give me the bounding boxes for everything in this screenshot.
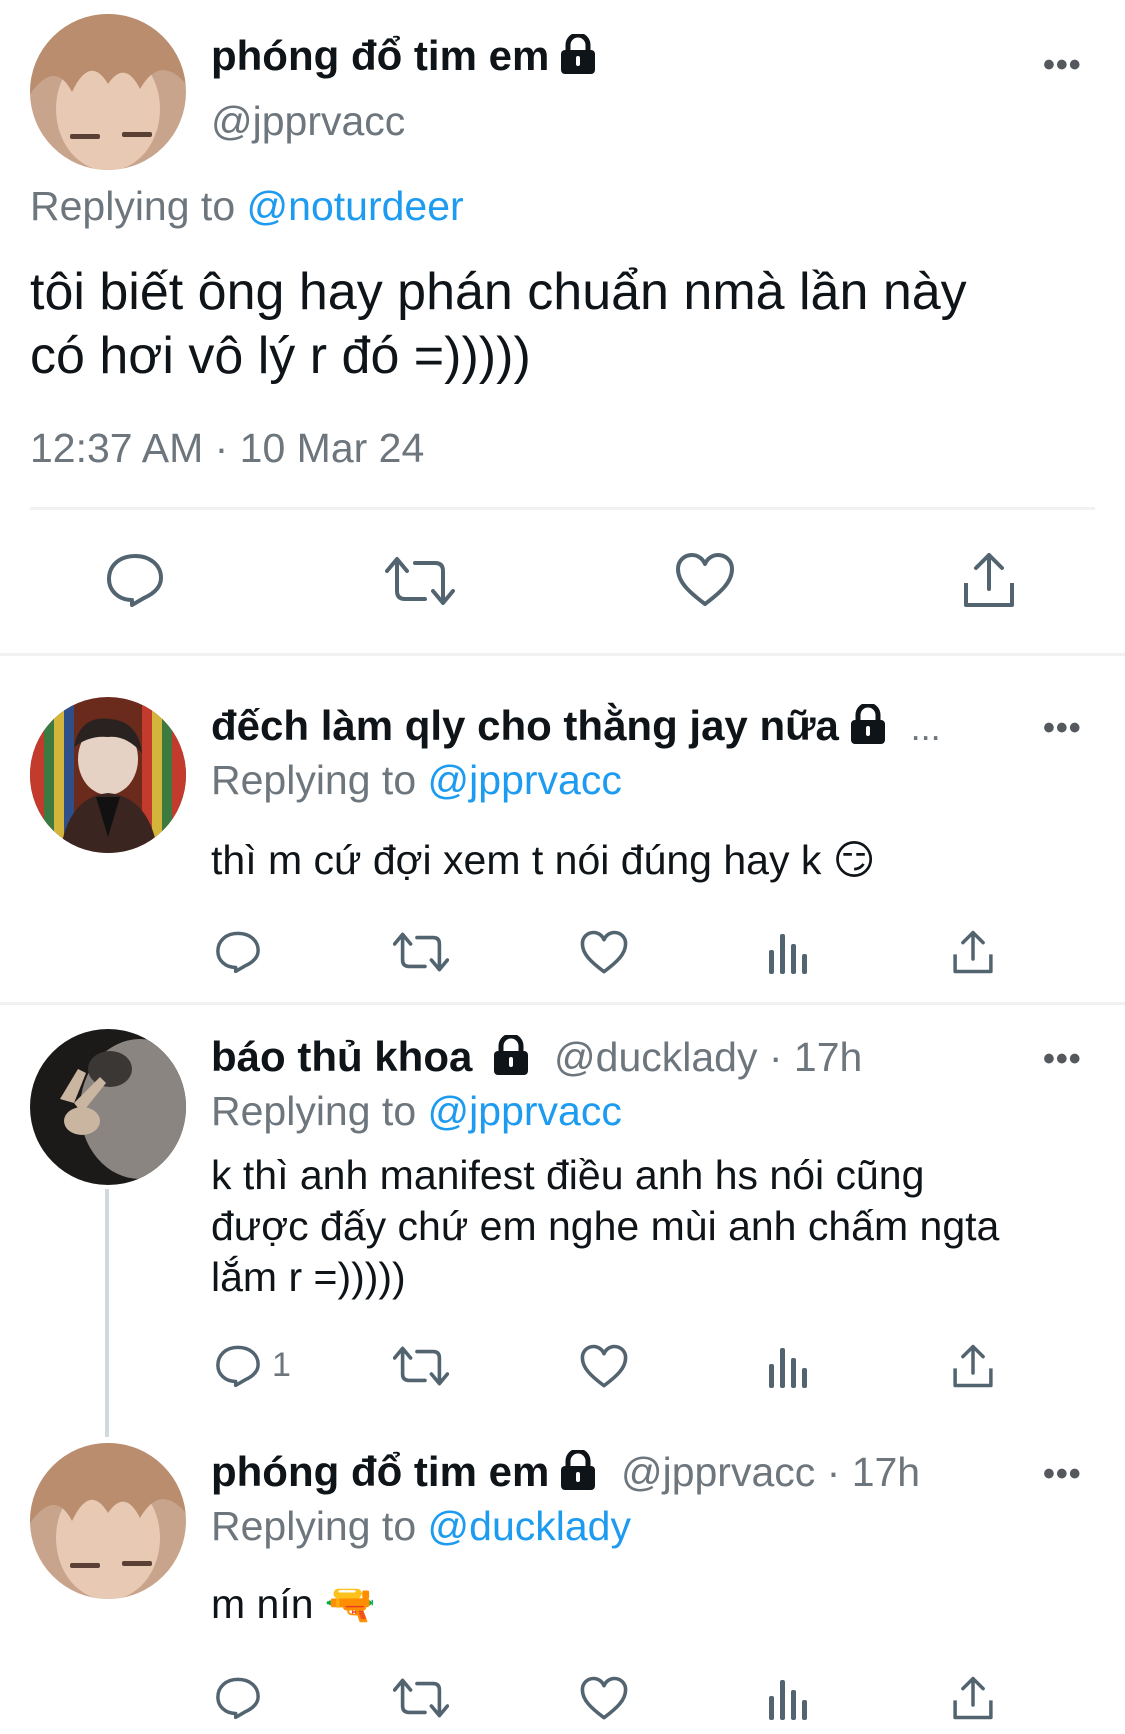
- tweet-text-line: được đấy chứ em nghe mùi anh chấm ngta: [211, 1203, 1000, 1249]
- display-name-text: phóng đổ tim em: [211, 1448, 550, 1495]
- reply-icon[interactable]: [214, 1344, 262, 1388]
- replying-to: Replying to @jpprvacc: [211, 1088, 622, 1135]
- name-overflow: ...: [910, 707, 941, 748]
- avatar[interactable]: [30, 1443, 186, 1599]
- divider: [0, 1002, 1125, 1005]
- replying-prefix: Replying to: [30, 183, 236, 229]
- handle[interactable]: @jpprvacc: [211, 98, 405, 145]
- replying-to: Replying to @jpprvacc: [211, 757, 622, 804]
- replying-to-link[interactable]: @jpprvacc: [428, 757, 622, 803]
- display-name-text: báo thủ khoa: [211, 1033, 473, 1080]
- lock-icon: [559, 32, 597, 84]
- analytics-icon[interactable]: [767, 1676, 809, 1720]
- tweet-text-line: tôi biết ông hay phán chuẩn nmà lần này: [30, 263, 967, 321]
- analytics-icon[interactable]: [767, 1344, 809, 1388]
- share-icon[interactable]: [952, 1343, 994, 1389]
- retweet-icon[interactable]: [393, 931, 449, 973]
- tweet-text-line: k thì anh manifest điều anh hs nói cũng: [211, 1152, 925, 1198]
- avatar[interactable]: [30, 1029, 186, 1185]
- lock-icon: [559, 1448, 597, 1500]
- reply-icon[interactable]: [214, 1676, 262, 1720]
- divider: [0, 653, 1125, 656]
- divider: [30, 507, 1095, 510]
- reply-count: 1: [272, 1346, 291, 1384]
- analytics-icon[interactable]: [767, 930, 809, 974]
- tweet-text: tôi biết ông hay phán chuẩn nmà lần này …: [30, 260, 967, 388]
- replying-to: Replying to @noturdeer: [30, 183, 464, 230]
- handle-time[interactable]: @ducklady · 17h: [554, 1034, 862, 1080]
- tweet-text: m nín 🔫: [211, 1581, 376, 1627]
- display-name[interactable]: phóng đổ tim em @jpprvacc · 17h: [211, 1448, 920, 1500]
- thread-line: [105, 1189, 109, 1437]
- timestamp[interactable]: 12:37 AM · 10 Mar 24: [30, 425, 424, 472]
- more-options-icon[interactable]: •••: [1043, 46, 1082, 85]
- retweet-icon[interactable]: [385, 555, 455, 607]
- replying-to-link[interactable]: @ducklady: [428, 1503, 631, 1549]
- retweet-icon[interactable]: [393, 1677, 449, 1719]
- display-name-text: đếch làm qly cho thằng jay nữa: [211, 702, 839, 749]
- display-name[interactable]: đếch làm qly cho thằng jay nữa ...: [211, 702, 941, 754]
- more-options-icon[interactable]: •••: [1043, 1040, 1082, 1079]
- replying-prefix: Replying to: [211, 1503, 417, 1549]
- display-name[interactable]: phóng đổ tim em: [211, 32, 597, 84]
- lock-icon: [849, 702, 887, 754]
- replying-prefix: Replying to: [211, 757, 417, 803]
- replying-prefix: Replying to: [211, 1088, 417, 1134]
- share-icon[interactable]: [952, 929, 994, 975]
- handle-time[interactable]: @jpprvacc · 17h: [621, 1449, 920, 1495]
- retweet-icon[interactable]: [393, 1345, 449, 1387]
- more-options-icon[interactable]: •••: [1043, 709, 1082, 748]
- replying-to: Replying to @ducklady: [211, 1503, 631, 1550]
- tweet-text: thì m cứ đợi xem t nói đúng hay k 😏: [211, 837, 876, 883]
- tweet-text-line: lắm r =))))): [211, 1254, 406, 1300]
- reply-icon[interactable]: [214, 930, 262, 974]
- like-icon[interactable]: [580, 930, 628, 975]
- avatar[interactable]: [30, 14, 186, 170]
- like-icon[interactable]: [580, 1344, 628, 1389]
- tweet-text: k thì anh manifest điều anh hs nói cũng …: [211, 1150, 999, 1303]
- more-options-icon[interactable]: •••: [1043, 1455, 1082, 1494]
- tweet-text-line: có hơi vô lý r đó =))))): [30, 327, 531, 385]
- lock-icon: [492, 1033, 530, 1085]
- replying-to-link[interactable]: @jpprvacc: [428, 1088, 622, 1134]
- display-name-text: phóng đổ tim em: [211, 32, 550, 79]
- like-icon[interactable]: [580, 1676, 628, 1721]
- like-icon[interactable]: [675, 552, 735, 608]
- avatar[interactable]: [30, 697, 186, 853]
- reply-icon[interactable]: [104, 552, 166, 608]
- share-icon[interactable]: [962, 551, 1016, 609]
- replying-to-link[interactable]: @noturdeer: [247, 183, 464, 229]
- display-name[interactable]: báo thủ khoa @ducklady · 17h: [211, 1033, 862, 1085]
- share-icon[interactable]: [952, 1675, 994, 1721]
